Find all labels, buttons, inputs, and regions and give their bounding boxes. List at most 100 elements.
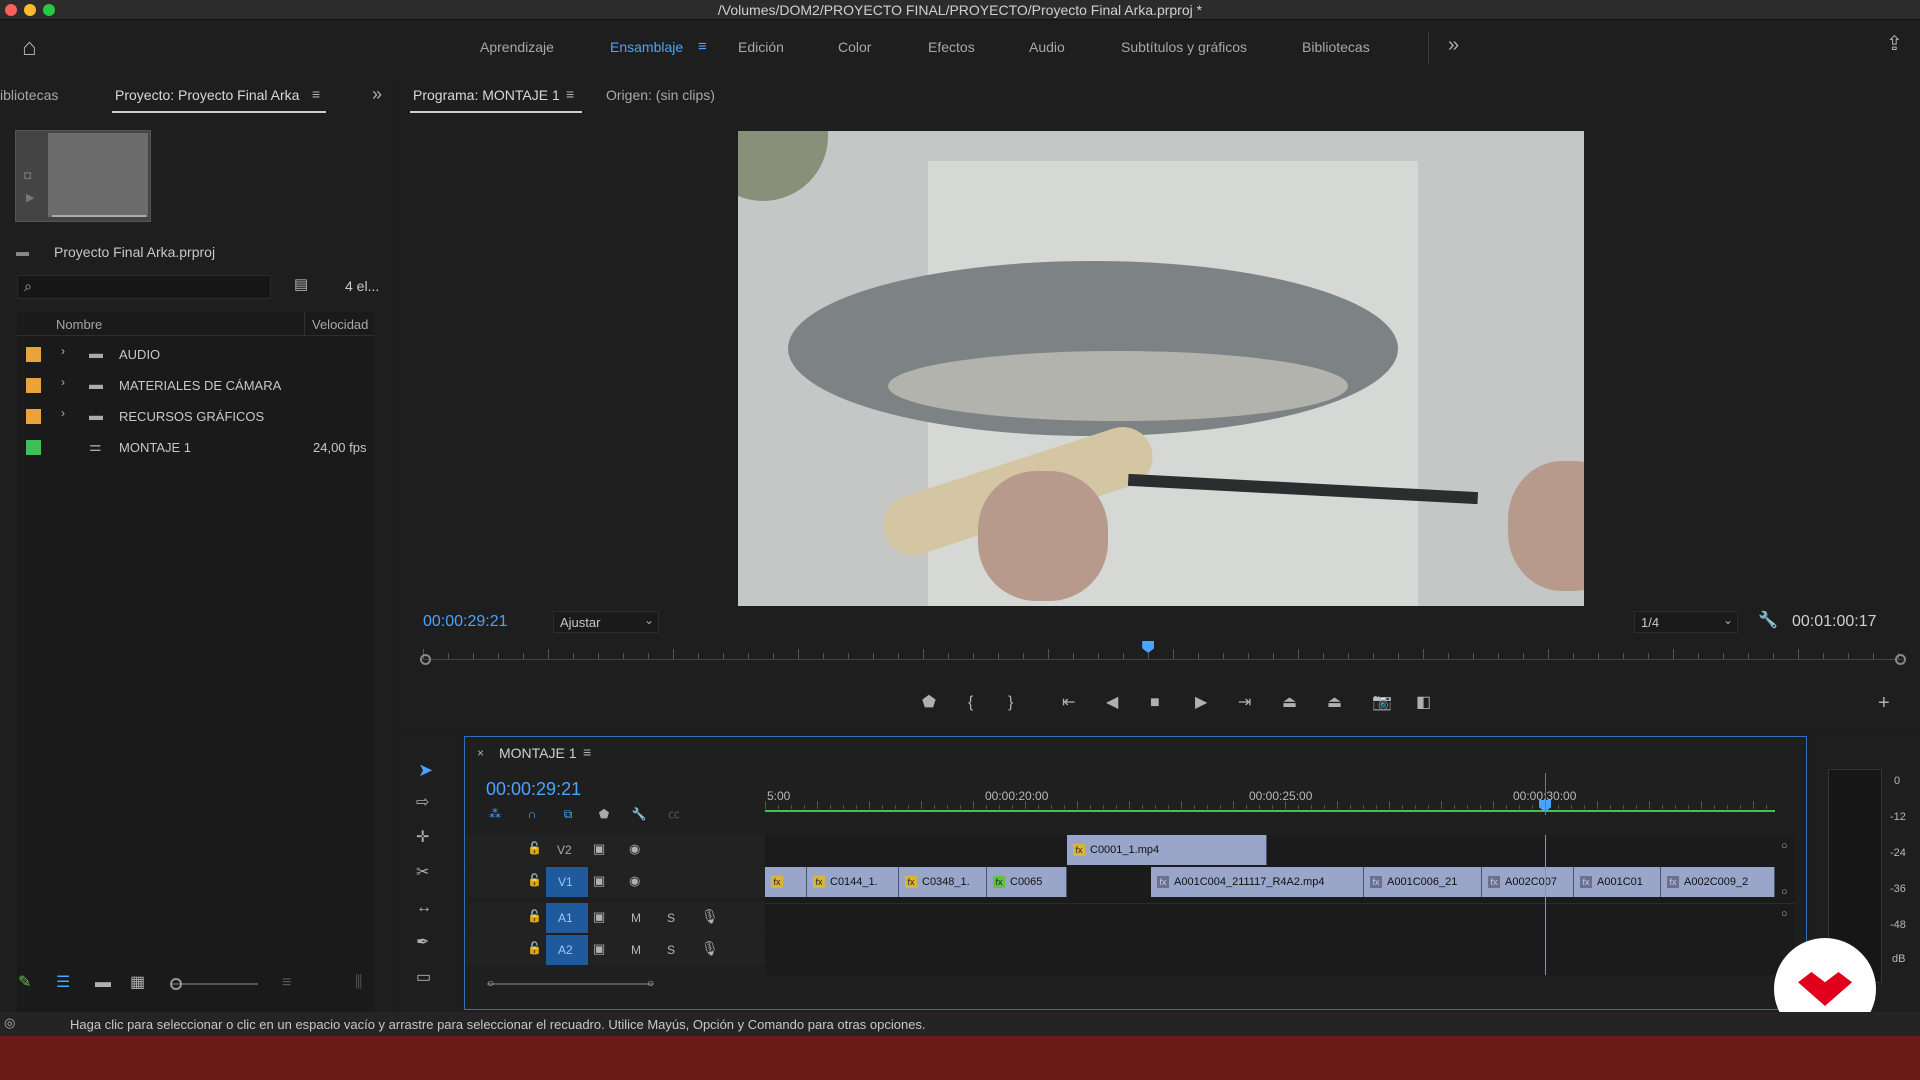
- v1-clip[interactable]: fx A002C009_2: [1661, 867, 1775, 897]
- v2-clip[interactable]: fx C0001_1.mp4: [1067, 835, 1267, 865]
- timeline-marker-icon[interactable]: ⬟: [595, 805, 613, 823]
- scroll-handle-icon[interactable]: ○: [1781, 841, 1788, 852]
- column-name[interactable]: Nombre: [56, 317, 102, 332]
- add-button-icon[interactable]: +: [1878, 693, 1890, 713]
- lock-icon[interactable]: 🔓: [527, 874, 542, 886]
- track-a1[interactable]: [765, 903, 1795, 933]
- panel-overflow-icon[interactable]: »: [372, 85, 382, 103]
- film-icon[interactable]: ▣: [593, 874, 605, 887]
- label-color-swatch[interactable]: [26, 440, 41, 455]
- v1-clip[interactable]: fx A001C01: [1574, 867, 1661, 897]
- zoom-end-handle[interactable]: ○: [647, 977, 654, 989]
- mute-button[interactable]: M: [631, 911, 641, 925]
- microphone-icon[interactable]: 🎙: [701, 941, 719, 955]
- captions-icon[interactable]: ㏄: [665, 805, 683, 823]
- chevron-right-icon[interactable]: ›: [61, 345, 65, 357]
- project-thumbnail[interactable]: ◘ ▶: [15, 130, 151, 222]
- add-marker-icon[interactable]: ⬟: [922, 695, 936, 711]
- zoom-slider[interactable]: [170, 978, 258, 990]
- video-frame[interactable]: [738, 131, 1584, 606]
- scrub-start-handle[interactable]: [420, 654, 431, 665]
- mark-out-icon[interactable]: }: [1008, 695, 1013, 711]
- label-color-swatch[interactable]: [26, 347, 41, 362]
- close-tab-icon[interactable]: ×: [477, 747, 484, 759]
- tab-libraries[interactable]: ibliotecas: [0, 87, 58, 103]
- scrub-bar[interactable]: [420, 641, 1906, 667]
- lock-icon[interactable]: 🔓: [527, 842, 542, 854]
- film-icon[interactable]: ▣: [593, 910, 605, 923]
- solo-button[interactable]: S: [667, 911, 675, 925]
- workspace-edicion[interactable]: Edición: [738, 39, 784, 55]
- program-menu-icon[interactable]: ≡: [566, 87, 574, 101]
- list-view-icon[interactable]: ☰: [56, 975, 70, 991]
- track-select-tool-icon[interactable]: ⇨: [416, 795, 429, 811]
- mark-in-icon[interactable]: {: [968, 695, 973, 711]
- list-item[interactable]: › ▬ AUDIO: [17, 340, 374, 368]
- workspace-bibliotecas[interactable]: Bibliotecas: [1302, 39, 1370, 55]
- film-icon[interactable]: ▣: [593, 842, 605, 855]
- timeline-timecode[interactable]: 00:00:29:21: [486, 779, 581, 800]
- rectangle-tool-icon[interactable]: ▭: [416, 970, 431, 986]
- program-timecode[interactable]: 00:00:29:21: [423, 613, 508, 631]
- track-label-v2[interactable]: V2: [557, 843, 572, 857]
- microphone-icon[interactable]: 🎙: [701, 909, 719, 923]
- timeline-settings-icon[interactable]: 🔧: [630, 805, 648, 823]
- go-to-in-icon[interactable]: ⇤: [1062, 695, 1075, 711]
- export-frame-icon[interactable]: 📷: [1372, 695, 1392, 711]
- eye-icon[interactable]: ◉: [629, 842, 640, 855]
- workspace-aprendizaje[interactable]: Aprendizaje: [480, 39, 554, 55]
- workspace-audio[interactable]: Audio: [1029, 39, 1065, 55]
- workspace-efectos[interactable]: Efectos: [928, 39, 975, 55]
- snap-magnet-icon[interactable]: ∩: [523, 805, 541, 823]
- column-divider[interactable]: [304, 312, 305, 336]
- resolution-select[interactable]: 1/4 ⌄: [1634, 611, 1738, 633]
- zoom-slider-handle[interactable]: [170, 978, 182, 990]
- chevron-right-icon[interactable]: ›: [61, 376, 65, 388]
- extract-icon[interactable]: ⏏: [1327, 695, 1342, 711]
- more-workspaces-icon[interactable]: »: [1448, 35, 1459, 55]
- label-color-swatch[interactable]: [26, 409, 41, 424]
- timeline-menu-icon[interactable]: ≡: [583, 745, 591, 759]
- linked-selection-icon[interactable]: ⧉: [559, 805, 577, 823]
- scroll-handle-icon[interactable]: ○: [1781, 909, 1788, 920]
- tab-program[interactable]: Programa: MONTAJE 1: [413, 87, 560, 103]
- fit-select[interactable]: Ajustar ⌄: [553, 611, 659, 633]
- tab-source[interactable]: Origen: (sin clips): [606, 87, 715, 103]
- pen-tool-icon[interactable]: ✒: [416, 935, 429, 951]
- timeline-zoom-bar[interactable]: ○ ○: [487, 977, 654, 989]
- list-item[interactable]: › ▬ RECURSOS GRÁFICOS: [17, 402, 374, 430]
- v1-clip[interactable]: fx A002C007: [1482, 867, 1574, 897]
- snap-nested-icon[interactable]: ⁂: [486, 805, 504, 823]
- track-area[interactable]: fx C0001_1.mp4 fx fx C0144_1. fx C0348_1. f…: [765, 835, 1795, 975]
- workspace-color[interactable]: Color: [838, 39, 871, 55]
- pencil-icon[interactable]: ✎: [18, 975, 31, 991]
- home-icon[interactable]: ⌂: [22, 36, 37, 60]
- track-v2[interactable]: fx C0001_1.mp4: [765, 835, 1795, 865]
- selection-tool-icon[interactable]: ➤: [418, 761, 433, 779]
- lock-icon[interactable]: 🔓: [527, 910, 542, 922]
- track-target-a2[interactable]: A2: [546, 935, 588, 965]
- step-back-icon[interactable]: ◀: [1106, 695, 1118, 711]
- slip-tool-icon[interactable]: ↔: [416, 900, 432, 916]
- v1-clip[interactable]: fx C0348_1.: [899, 867, 987, 897]
- time-ruler[interactable]: 5:00 00:00:20:00 00:00:25:00 00:00:30:00: [765, 773, 1775, 815]
- label-color-swatch[interactable]: [26, 378, 41, 393]
- lock-icon[interactable]: 🔓: [527, 942, 542, 954]
- v1-clip[interactable]: fx C0144_1.: [807, 867, 899, 897]
- freeform-view-icon[interactable]: ▦: [130, 975, 145, 991]
- sort-icon[interactable]: ≡: [282, 975, 291, 991]
- razor-tool-icon[interactable]: ✂: [416, 865, 429, 881]
- stop-icon[interactable]: ■: [1150, 695, 1160, 711]
- step-forward-icon[interactable]: ▶: [1195, 695, 1207, 711]
- share-icon[interactable]: ⇪: [1886, 34, 1903, 54]
- solo-button[interactable]: S: [667, 943, 675, 957]
- scroll-handle-icon[interactable]: ○: [1781, 887, 1788, 898]
- new-search-bin-icon[interactable]: ▤: [294, 277, 308, 292]
- film-icon[interactable]: ▣: [593, 942, 605, 955]
- v1-clip[interactable]: fx A001C004_211117_R4A2.mp4: [1151, 867, 1364, 897]
- go-to-out-icon[interactable]: ⇥: [1238, 695, 1251, 711]
- mute-button[interactable]: M: [631, 943, 641, 957]
- automate-icon[interactable]: ⫼: [355, 975, 362, 991]
- track-target-v1[interactable]: V1: [546, 867, 588, 897]
- icon-view-icon[interactable]: ▬: [95, 975, 111, 991]
